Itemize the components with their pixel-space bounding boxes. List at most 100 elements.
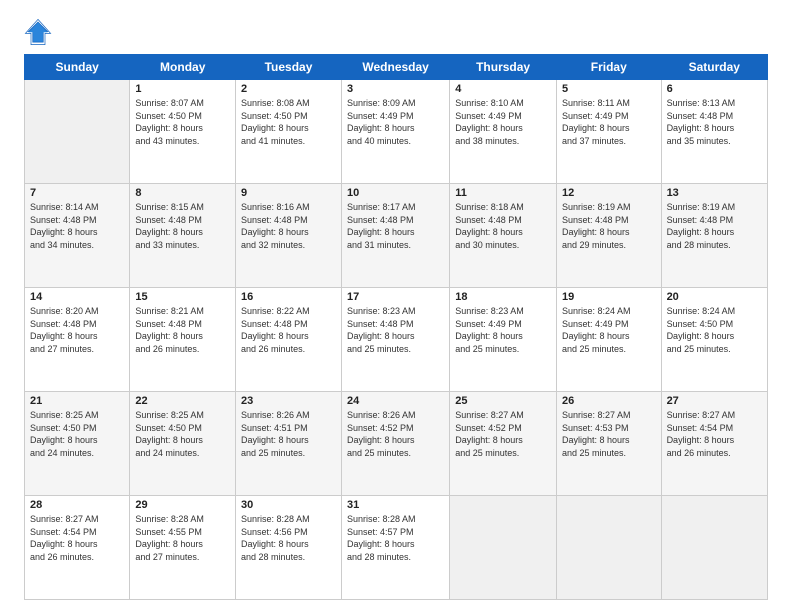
calendar-cell	[556, 496, 661, 600]
day-number: 5	[562, 83, 656, 95]
day-number: 11	[455, 187, 551, 199]
day-number: 12	[562, 187, 656, 199]
day-number: 10	[347, 187, 444, 199]
calendar-cell: 5 Sunrise: 8:11 AM Sunset: 4:49 PM Daylig…	[556, 80, 661, 184]
calendar-cell: 2Sunrise: 8:08 AM Sunset: 4:50 PM Daylig…	[236, 80, 342, 184]
day-number: 13	[667, 187, 762, 199]
day-detail: Sunrise: 8:28 AM Sunset: 4:57 PM Dayligh…	[347, 513, 444, 563]
day-number: 23	[241, 395, 336, 407]
day-number: 26	[562, 395, 656, 407]
day-detail: Sunrise: 8:28 AM Sunset: 4:56 PM Dayligh…	[241, 513, 336, 563]
calendar-cell: 21Sunrise: 8:25 AM Sunset: 4:50 PM Dayli…	[25, 392, 130, 496]
calendar-cell: 4 Sunrise: 8:10 AM Sunset: 4:49 PM Daylig…	[450, 80, 557, 184]
day-detail: Sunrise: 8:19 AM Sunset: 4:48 PM Dayligh…	[667, 201, 762, 251]
day-detail: Sunrise: 8:22 AM Sunset: 4:48 PM Dayligh…	[241, 305, 336, 355]
day-number: 14	[30, 291, 124, 303]
calendar-week: 7Sunrise: 8:14 AM Sunset: 4:48 PM Daylig…	[25, 184, 768, 288]
day-detail: Sunrise: 8:25 AM Sunset: 4:50 PM Dayligh…	[135, 409, 230, 459]
day-header: Tuesday	[236, 55, 342, 80]
day-detail: Sunrise: 8:24 AM Sunset: 4:49 PM Dayligh…	[562, 305, 656, 355]
calendar-cell: 26 Sunrise: 8:27 AM Sunset: 4:53 PM Dayli…	[556, 392, 661, 496]
day-header: Thursday	[450, 55, 557, 80]
calendar-cell: 9 Sunrise: 8:16 AM Sunset: 4:48 PM Daylig…	[236, 184, 342, 288]
calendar-cell: 15Sunrise: 8:21 AM Sunset: 4:48 PM Dayli…	[130, 288, 236, 392]
calendar-cell	[661, 496, 767, 600]
day-number: 1	[135, 83, 230, 95]
day-number: 30	[241, 499, 336, 511]
day-number: 15	[135, 291, 230, 303]
logo	[24, 18, 56, 46]
calendar-cell: 24 Sunrise: 8:26 AM Sunset: 4:52 PM Dayli…	[341, 392, 449, 496]
calendar-body: 1 Sunrise: 8:07 AM Sunset: 4:50 PM Daylig…	[25, 80, 768, 600]
day-number: 17	[347, 291, 444, 303]
day-number: 3	[347, 83, 444, 95]
day-number: 21	[30, 395, 124, 407]
day-detail: Sunrise: 8:15 AM Sunset: 4:48 PM Dayligh…	[135, 201, 230, 251]
day-detail: Sunrise: 8:11 AM Sunset: 4:49 PM Dayligh…	[562, 97, 656, 147]
calendar-cell: 30 Sunrise: 8:28 AM Sunset: 4:56 PM Dayli…	[236, 496, 342, 600]
calendar-cell: 16Sunrise: 8:22 AM Sunset: 4:48 PM Dayli…	[236, 288, 342, 392]
calendar-cell: 19 Sunrise: 8:24 AM Sunset: 4:49 PM Dayli…	[556, 288, 661, 392]
calendar-cell: 6Sunrise: 8:13 AM Sunset: 4:48 PM Daylig…	[661, 80, 767, 184]
calendar-cell: 13 Sunrise: 8:19 AM Sunset: 4:48 PM Dayli…	[661, 184, 767, 288]
calendar-cell: 29Sunrise: 8:28 AM Sunset: 4:55 PM Dayli…	[130, 496, 236, 600]
calendar-week: 21 Sunrise: 8:25 AM Sunset: 4:50 PM Dayli…	[25, 392, 768, 496]
day-detail: Sunrise: 8:20 AM Sunset: 4:48 PM Dayligh…	[30, 305, 124, 355]
day-number: 20	[667, 291, 762, 303]
day-detail: Sunrise: 8:23 AM Sunset: 4:48 PM Dayligh…	[347, 305, 444, 355]
calendar-cell	[450, 496, 557, 600]
calendar-cell: 10 Sunrise: 8:17 AM Sunset: 4:48 PM Dayli…	[341, 184, 449, 288]
day-detail: Sunrise: 8:07 AM Sunset: 4:50 PM Dayligh…	[135, 97, 230, 147]
day-number: 8	[135, 187, 230, 199]
calendar: SundayMondayTuesdayWednesdayThursdayFrid…	[24, 54, 768, 600]
day-number: 7	[30, 187, 124, 199]
day-detail: Sunrise: 8:17 AM Sunset: 4:48 PM Dayligh…	[347, 201, 444, 251]
calendar-cell: 20 Sunrise: 8:24 AM Sunset: 4:50 PM Dayli…	[661, 288, 767, 392]
calendar-cell: 23 Sunrise: 8:26 AM Sunset: 4:51 PM Dayli…	[236, 392, 342, 496]
calendar-cell: 12 Sunrise: 8:19 AM Sunset: 4:48 PM Dayli…	[556, 184, 661, 288]
header	[24, 18, 768, 46]
calendar-cell: 7Sunrise: 8:14 AM Sunset: 4:48 PM Daylig…	[25, 184, 130, 288]
calendar-cell: 11 Sunrise: 8:18 AM Sunset: 4:48 PM Dayli…	[450, 184, 557, 288]
calendar-cell: 1 Sunrise: 8:07 AM Sunset: 4:50 PM Daylig…	[130, 80, 236, 184]
day-number: 28	[30, 499, 124, 511]
day-number: 19	[562, 291, 656, 303]
calendar-cell: 17 Sunrise: 8:23 AM Sunset: 4:48 PM Dayli…	[341, 288, 449, 392]
day-detail: Sunrise: 8:27 AM Sunset: 4:54 PM Dayligh…	[30, 513, 124, 563]
day-detail: Sunrise: 8:16 AM Sunset: 4:48 PM Dayligh…	[241, 201, 336, 251]
day-detail: Sunrise: 8:09 AM Sunset: 4:49 PM Dayligh…	[347, 97, 444, 147]
calendar-week: 14 Sunrise: 8:20 AM Sunset: 4:48 PM Dayli…	[25, 288, 768, 392]
day-detail: Sunrise: 8:18 AM Sunset: 4:48 PM Dayligh…	[455, 201, 551, 251]
day-number: 4	[455, 83, 551, 95]
day-detail: Sunrise: 8:08 AM Sunset: 4:50 PM Dayligh…	[241, 97, 336, 147]
calendar-cell: 27Sunrise: 8:27 AM Sunset: 4:54 PM Dayli…	[661, 392, 767, 496]
day-detail: Sunrise: 8:27 AM Sunset: 4:53 PM Dayligh…	[562, 409, 656, 459]
day-detail: Sunrise: 8:10 AM Sunset: 4:49 PM Dayligh…	[455, 97, 551, 147]
calendar-cell: 14 Sunrise: 8:20 AM Sunset: 4:48 PM Dayli…	[25, 288, 130, 392]
day-detail: Sunrise: 8:28 AM Sunset: 4:55 PM Dayligh…	[135, 513, 230, 563]
calendar-cell: 18Sunrise: 8:23 AM Sunset: 4:49 PM Dayli…	[450, 288, 557, 392]
day-detail: Sunrise: 8:24 AM Sunset: 4:50 PM Dayligh…	[667, 305, 762, 355]
day-detail: Sunrise: 8:19 AM Sunset: 4:48 PM Dayligh…	[562, 201, 656, 251]
day-detail: Sunrise: 8:13 AM Sunset: 4:48 PM Dayligh…	[667, 97, 762, 147]
day-header: Sunday	[25, 55, 130, 80]
day-number: 27	[667, 395, 762, 407]
calendar-cell: 3 Sunrise: 8:09 AM Sunset: 4:49 PM Daylig…	[341, 80, 449, 184]
page: SundayMondayTuesdayWednesdayThursdayFrid…	[0, 0, 792, 612]
day-number: 9	[241, 187, 336, 199]
day-detail: Sunrise: 8:26 AM Sunset: 4:52 PM Dayligh…	[347, 409, 444, 459]
logo-icon	[24, 18, 52, 46]
day-header: Saturday	[661, 55, 767, 80]
day-number: 31	[347, 499, 444, 511]
day-number: 22	[135, 395, 230, 407]
calendar-header: SundayMondayTuesdayWednesdayThursdayFrid…	[25, 55, 768, 80]
day-header: Monday	[130, 55, 236, 80]
day-number: 24	[347, 395, 444, 407]
day-number: 25	[455, 395, 551, 407]
calendar-cell	[25, 80, 130, 184]
day-header: Wednesday	[341, 55, 449, 80]
day-detail: Sunrise: 8:26 AM Sunset: 4:51 PM Dayligh…	[241, 409, 336, 459]
day-detail: Sunrise: 8:27 AM Sunset: 4:52 PM Dayligh…	[455, 409, 551, 459]
calendar-cell: 25 Sunrise: 8:27 AM Sunset: 4:52 PM Dayli…	[450, 392, 557, 496]
day-number: 18	[455, 291, 551, 303]
